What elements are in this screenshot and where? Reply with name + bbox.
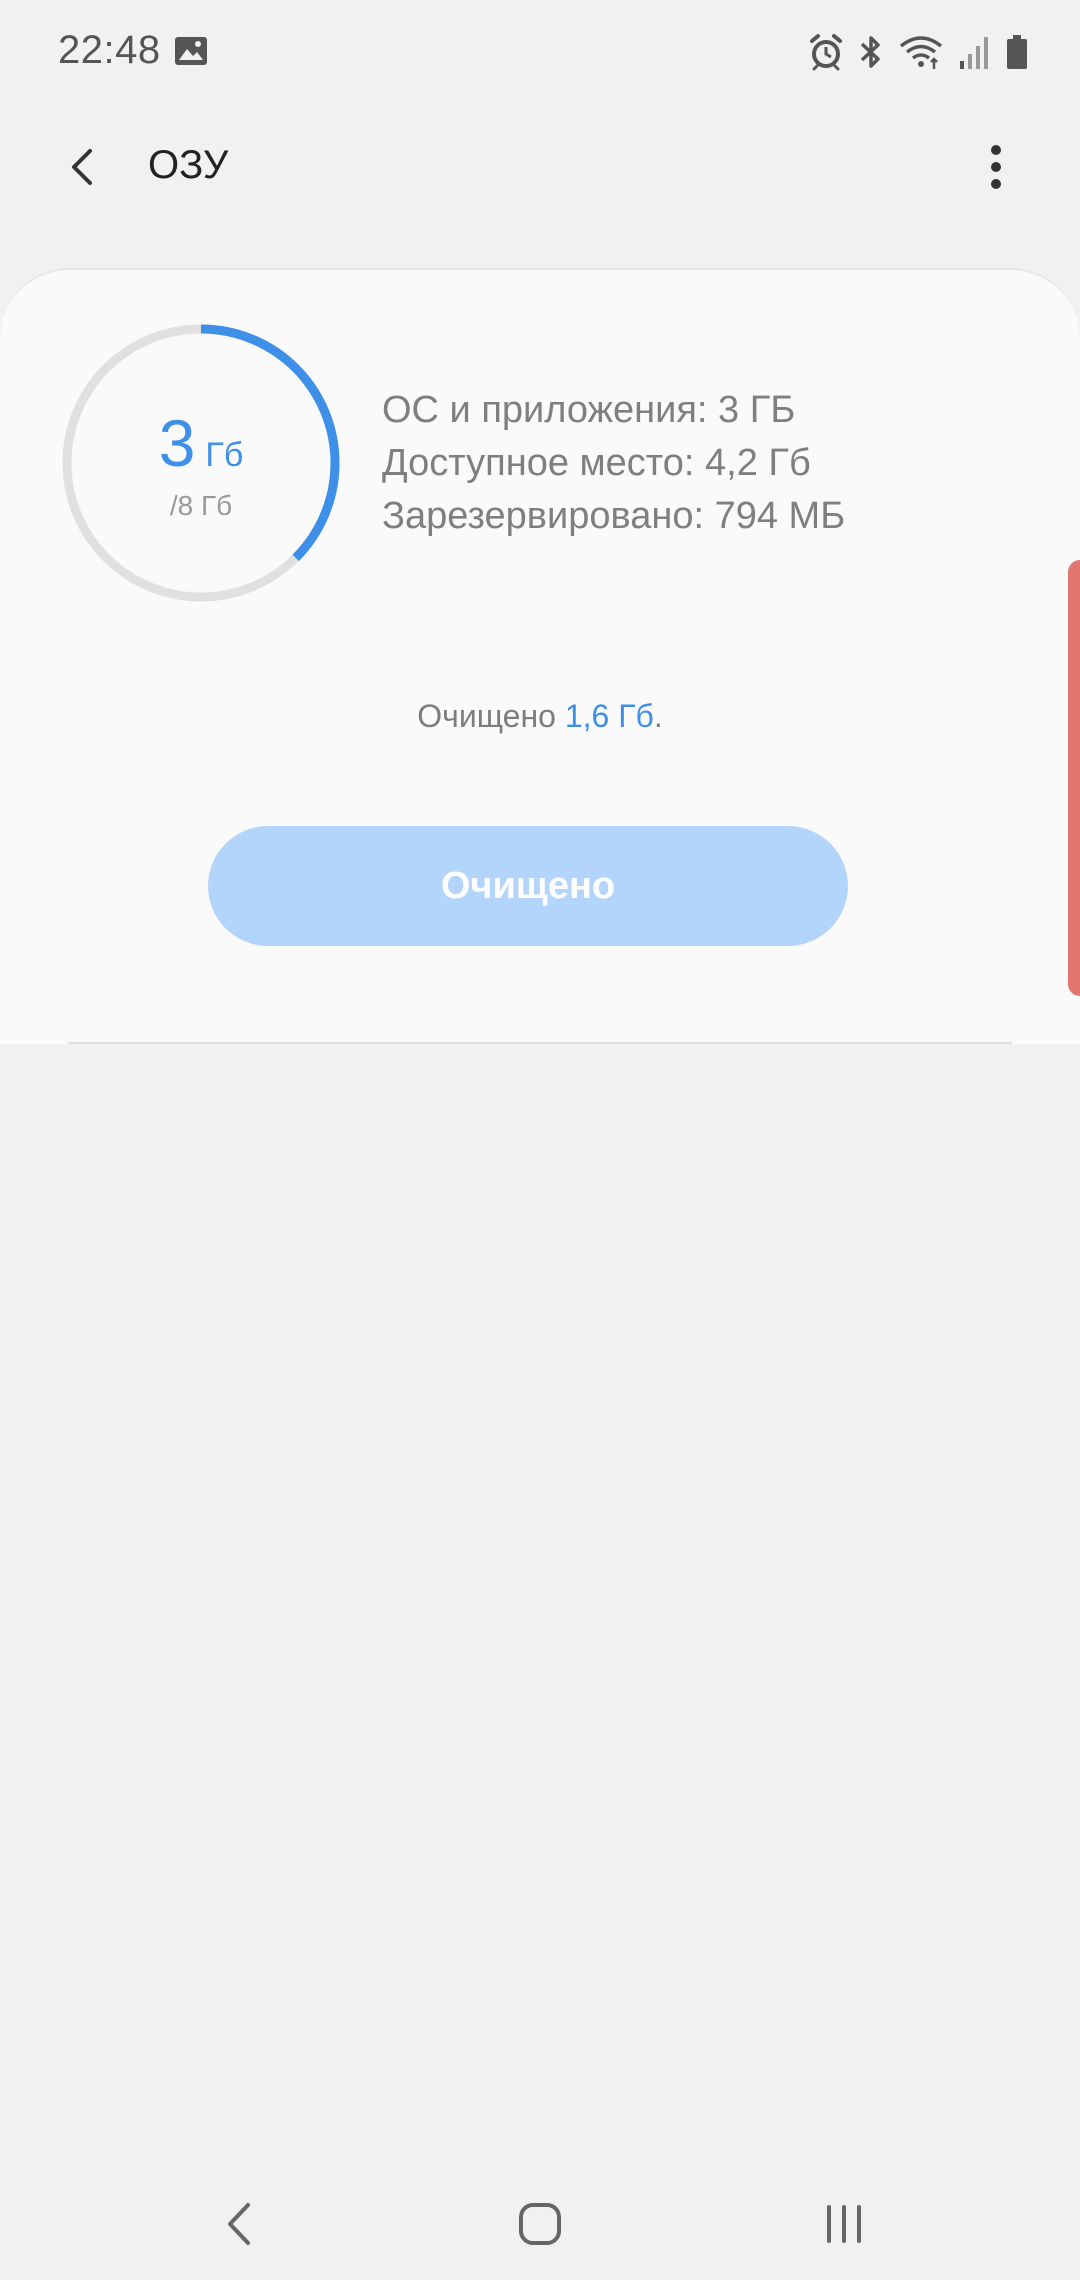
home-icon (519, 2203, 561, 2245)
status-bar: 22:48 (0, 0, 1080, 105)
page-title: ОЗУ (148, 143, 229, 187)
freed-suffix: . (653, 698, 663, 734)
recents-icon (827, 2205, 861, 2243)
freed-prefix: Очищено (417, 698, 565, 734)
navigation-bar (0, 2160, 1080, 2280)
used-memory-unit: Гб (205, 436, 244, 474)
memory-card: 3 Гб /8 Гб ОС и приложения: 3 ГБ Доступн… (0, 268, 1080, 1044)
home-button[interactable] (500, 2184, 580, 2264)
wifi-icon (899, 36, 943, 69)
gauge-center: 3 Гб /8 Гб (58, 320, 344, 606)
used-memory-value: 3 (158, 406, 196, 480)
app-bar: ОЗУ (0, 115, 1080, 215)
alarm-icon (810, 34, 842, 71)
more-options-button[interactable] (964, 135, 1028, 199)
memory-gauge: 3 Гб /8 Гб (58, 320, 344, 606)
memory-info-apps: ОС и приложения: 3 ГБ (382, 389, 796, 431)
edge-panel-handle[interactable] (1068, 560, 1080, 996)
chevron-left-icon (72, 149, 92, 185)
freed-value: 1,6 Гб (564, 698, 654, 734)
status-icons (808, 32, 1028, 72)
memory-info: ОС и приложения: 3 ГБ Доступное место: 4… (382, 384, 845, 543)
more-vert-icon (991, 145, 1001, 189)
status-time: 22:48 (58, 28, 161, 72)
clean-button[interactable]: Очищено (208, 826, 848, 946)
total-memory: /8 Гб (169, 490, 233, 521)
card-divider (68, 1042, 1012, 1044)
freed-message: Очищено 1,6 Гб. (0, 698, 1080, 735)
signal-icon (960, 37, 988, 69)
used-memory: 3 Гб (159, 410, 244, 476)
gallery-icon (175, 37, 207, 65)
back-button[interactable] (52, 135, 116, 199)
nav-back-icon (228, 2203, 250, 2245)
memory-info-available: Доступное место: 4,2 Гб (382, 442, 811, 484)
bluetooth-icon (860, 36, 880, 68)
nav-back-button[interactable] (200, 2184, 280, 2264)
battery-icon (1007, 35, 1027, 69)
recents-button[interactable] (804, 2184, 884, 2264)
memory-info-reserved: Зарезервировано: 794 МБ (382, 495, 846, 537)
